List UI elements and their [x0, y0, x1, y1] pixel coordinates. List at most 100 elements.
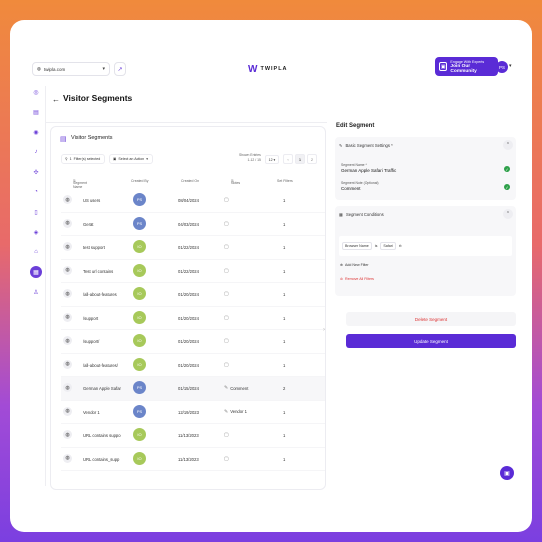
table-row[interactable]: ◍ Test url contains IO 01/22/2024 ▢ 1 [61, 260, 325, 283]
segments-list-card: ▤ Visitor Segments ⚲ 1 Filter(s) selecte… [50, 126, 326, 490]
col-segment-name[interactable]: Segment Name ⇅ [73, 179, 87, 189]
segments-icon: ▤ [60, 136, 67, 143]
segment-name-field[interactable]: German Apple Safari Traffic [341, 168, 396, 173]
per-page-value: 12 [268, 157, 273, 162]
note-cell[interactable]: ▢ [224, 268, 231, 274]
help-chat-button[interactable]: ▣ [500, 466, 514, 480]
note-cell[interactable]: ▢ [224, 432, 231, 438]
note-cell[interactable]: ▢ [224, 362, 231, 368]
filter-button[interactable]: ⚲ 1 Filter(s) selected [61, 154, 105, 164]
table-row[interactable]: ◍ German Apple Safar PS 01/15/2024 ✎ Comment 2 [61, 377, 325, 401]
app-frame: ◍ twipla.com ▾ ↗ W TWIPLA ▣ Engage With … [10, 20, 532, 532]
note-cell[interactable]: ▢ [224, 244, 231, 250]
note-cell[interactable]: ▢ [224, 291, 231, 297]
segment-note-field[interactable]: Comment [341, 186, 361, 191]
col-created-by[interactable]: Created By [131, 179, 149, 183]
note-cell[interactable]: ▢ [224, 315, 231, 321]
user-avatar[interactable]: PS [496, 61, 508, 73]
note-icon: ▢ [224, 314, 229, 321]
col-notes[interactable]: Notes ⇅ [231, 179, 240, 185]
users-icon[interactable]: ♙ [30, 286, 42, 298]
per-page-select[interactable]: 12 ▾ [265, 155, 279, 164]
set-filters-count: 1 [283, 456, 286, 462]
basic-settings-section: ✎ Basic Segment Settings * ⌃ Segment Nam… [335, 137, 516, 200]
external-link-icon: ↗ [117, 66, 123, 73]
col-created-on[interactable]: Created On [181, 179, 199, 183]
page-1[interactable]: 1 [295, 154, 305, 164]
open-site-button[interactable]: ↗ [114, 62, 126, 76]
shown-entries-range: 1-12 / 15 [247, 157, 261, 162]
table-row[interactable]: ◍ Vendor 1 PS 12/19/2023 ✎ Vendor 11 [61, 401, 325, 424]
dashboard-icon[interactable]: ◎ [30, 86, 42, 98]
chevron-down-icon[interactable]: ▾ [509, 63, 512, 69]
pointer-icon[interactable]: ♪ [30, 146, 42, 158]
remove-filters-button[interactable]: ⊘ Remove All Filters [340, 277, 374, 281]
basic-settings-header[interactable]: ✎ Basic Segment Settings * [339, 143, 393, 148]
engage-line2: Join Our Community [450, 63, 477, 74]
table-row[interactable]: ◍ Gerät PS 04/03/2024 ▢ 1 [61, 213, 325, 236]
created-on: 01/15/2024 [178, 386, 199, 391]
note-cell[interactable]: ▢ [224, 221, 231, 227]
logo: W TWIPLA [248, 62, 288, 76]
condition-field-select[interactable]: Browser Name [342, 242, 372, 250]
page-2[interactable]: 2 [307, 154, 317, 164]
created-on: 11/13/2023 [178, 433, 199, 438]
shown-entries-label: Shown Entries [239, 153, 261, 157]
note-icon: ▢ [224, 197, 229, 203]
community-button[interactable]: ▣ Engage With Experts Join Our Community [435, 57, 498, 76]
table-row[interactable]: ◍ URL contains_supp IO 11/13/2023 ▢ 1 [61, 448, 325, 471]
title-divider [45, 122, 327, 123]
note-icon: ▢ [224, 291, 229, 297]
set-filters-count: 1 [283, 292, 286, 297]
segments-icon[interactable]: ▦ [30, 266, 42, 278]
conditions-header[interactable]: ▦ Segment Conditions [339, 212, 384, 217]
surveys-icon[interactable]: ▯ [30, 206, 42, 218]
note-cell[interactable]: ✎ Vendor 1 [224, 409, 247, 415]
note-cell[interactable]: ✎ Comment [224, 385, 248, 391]
segment-name: Vendor 1 [83, 409, 100, 415]
set-filters-count: 1 [283, 221, 286, 227]
table-row[interactable]: ◍ US users PS 08/04/2024 ▢ 1 [61, 189, 325, 213]
prev-page-icon[interactable]: ‹ [283, 154, 293, 164]
statistics-icon[interactable]: ▤ [30, 106, 42, 118]
col-set-filters[interactable]: Set Filters [277, 179, 293, 183]
table-row[interactable]: ◍ URL contains suppo IO 11/13/2023 ▢ 1 [61, 424, 325, 448]
condition-value-select[interactable]: Safari [380, 242, 396, 250]
collapse-conditions-button[interactable]: ⌃ [503, 209, 513, 219]
globe-icon: ◍ [37, 66, 41, 71]
table-body: ◍ US users PS 08/04/2024 ▢ 1 ◍ Gerät PS 04/03/202… [61, 189, 325, 471]
edit-segment-panel: Edit Segment ✎ Basic Segment Settings * … [333, 115, 528, 515]
segment-name: US users [83, 198, 101, 203]
ecommerce-icon[interactable]: ◈ [30, 226, 42, 238]
remove-condition-icon[interactable]: ⊖ [399, 244, 402, 248]
remove-filters-label: Remove All Filters [345, 277, 374, 281]
creator-avatar: IO [133, 310, 146, 324]
action-select[interactable]: ▣ Select an Action ▾ [109, 154, 153, 164]
note-icon: ▢ [224, 432, 229, 438]
condition-op[interactable]: is [375, 244, 378, 248]
created-on: 01/20/2024 [178, 362, 199, 368]
set-filters-count: 1 [283, 315, 286, 321]
heatmap-icon[interactable]: ✣ [30, 166, 42, 178]
update-segment-button[interactable]: Update Segment [346, 334, 516, 348]
created-on: 01/22/2024 [178, 245, 199, 250]
visitors-icon[interactable]: ◉ [30, 126, 42, 138]
recordings-icon[interactable]: ◔ [30, 186, 42, 198]
add-filter-button[interactable]: ⊕ Add New Filter [340, 263, 369, 267]
back-arrow-icon[interactable]: ← [52, 95, 60, 104]
note-cell[interactable]: ▢ [224, 456, 231, 462]
note-cell[interactable]: ▢ [224, 197, 231, 203]
table-row[interactable]: ◍ /all-about-features IO 01/20/2024 ▢ 1 [61, 283, 325, 307]
table-row[interactable]: ◍ /support IO 01/20/2024 ▢ 1 [61, 307, 325, 330]
segment-icon: ◍ [63, 406, 72, 416]
collapse-basic-button[interactable]: ⌃ [503, 140, 513, 150]
table-row[interactable]: ◍ test support IO 01/22/2024 ▢ 1 [61, 236, 325, 260]
table-row[interactable]: ◍ /all-about-features/IO 01/20/2024 ▢ 1 [61, 354, 325, 377]
note-cell[interactable]: ▢ [224, 338, 231, 344]
delete-segment-button[interactable]: Delete Segment [346, 312, 516, 326]
table-row[interactable]: ◍ /support/IO 01/20/2024 ▢ 1 [61, 330, 325, 354]
page-title: Visitor Segments [63, 93, 133, 103]
insights-icon[interactable]: ⌂ [30, 246, 42, 258]
scroll-handle-icon[interactable]: › [323, 327, 325, 333]
domain-select[interactable]: ◍ twipla.com ▾ [32, 62, 110, 76]
